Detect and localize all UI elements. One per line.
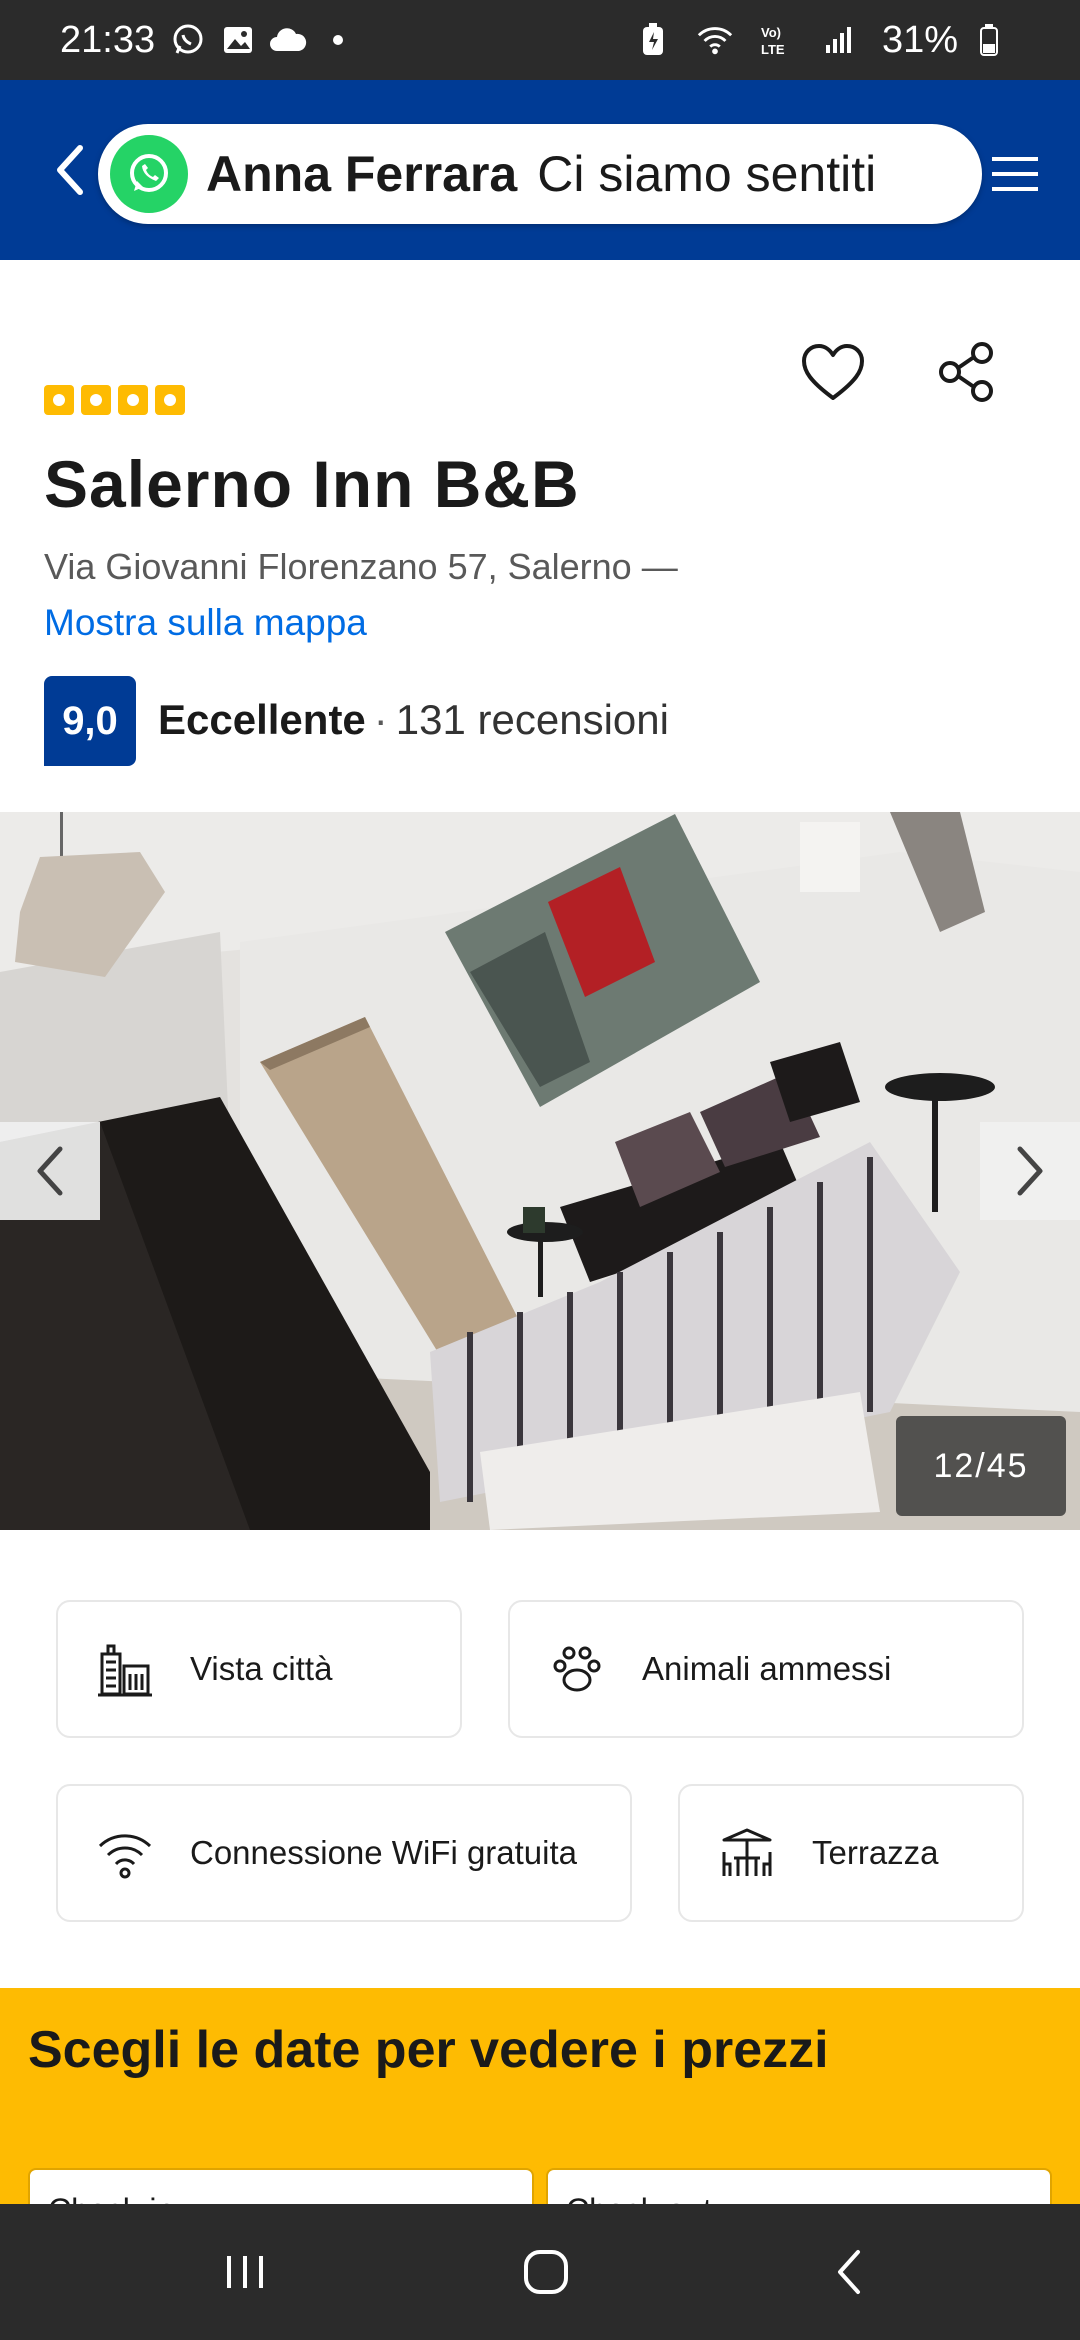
back-icon[interactable] bbox=[820, 2242, 880, 2302]
property-address: Via Giovanni Florenzano 57, Salerno — bbox=[44, 546, 678, 587]
status-bar: 21:33 Vo) LTE 31% bbox=[0, 0, 1080, 80]
whatsapp-notification[interactable]: Anna Ferrara Ci siamo sentiti bbox=[98, 124, 982, 224]
status-time: 21:33 bbox=[60, 18, 156, 61]
review-score-badge: 9,0 bbox=[44, 676, 136, 766]
wifi-icon bbox=[98, 1834, 152, 1879]
photo-counter: 12/45 bbox=[896, 1416, 1066, 1516]
chevron-right-icon bbox=[1017, 1146, 1043, 1196]
star-icon bbox=[44, 385, 74, 415]
svg-text:LTE: LTE bbox=[761, 42, 785, 57]
rating-separator: · bbox=[373, 696, 388, 743]
volte-icon: Vo) LTE bbox=[758, 21, 796, 59]
dates-section-title: Scegli le date per vedere i prezzi bbox=[28, 2021, 829, 2079]
gallery-icon bbox=[219, 21, 257, 59]
facility-label: Animali ammessi bbox=[642, 1650, 892, 1687]
check-out-label: Check-out bbox=[566, 2192, 712, 2204]
app-header: Anna Ferrara Ci siamo sentiti bbox=[0, 80, 1080, 260]
star-icon bbox=[81, 385, 111, 415]
facility-city-view: Vista città bbox=[56, 1600, 462, 1738]
check-in-field[interactable]: Check-in bbox=[28, 2168, 534, 2204]
facility-free-wifi: Connessione WiFi gratuita bbox=[56, 1784, 632, 1922]
date-picker-section: Scegli le date per vedere i prezzi Check… bbox=[0, 1988, 1080, 2204]
facility-label: Connessione WiFi gratuita bbox=[190, 1834, 578, 1871]
chevron-left-icon[interactable] bbox=[50, 140, 90, 200]
rating-label: Eccellente bbox=[158, 696, 366, 743]
hamburger-menu-icon[interactable] bbox=[990, 155, 1040, 193]
svg-text:Vo): Vo) bbox=[761, 25, 781, 40]
whatsapp-status-icon bbox=[169, 21, 207, 59]
gallery-next-button[interactable] bbox=[980, 1122, 1080, 1220]
star-icon bbox=[118, 385, 148, 415]
check-out-field[interactable]: Check-out bbox=[546, 2168, 1052, 2204]
notification-sender: Anna Ferrara bbox=[206, 146, 518, 202]
rating-summary[interactable]: Eccellente · 131 recensioni bbox=[158, 696, 669, 744]
signal-icon bbox=[820, 21, 858, 59]
terrace-icon bbox=[722, 1828, 772, 1876]
star-rating bbox=[44, 385, 185, 415]
recent-apps-icon[interactable] bbox=[215, 2242, 275, 2302]
system-nav-bar bbox=[0, 2204, 1080, 2340]
whatsapp-icon bbox=[110, 135, 188, 213]
check-in-label: Check-in bbox=[48, 2192, 174, 2204]
facility-label: Vista città bbox=[190, 1650, 333, 1687]
notification-message: Ci siamo sentiti bbox=[537, 146, 877, 202]
dot-icon bbox=[319, 21, 357, 59]
battery-percentage: 31% bbox=[881, 18, 958, 61]
paw-icon bbox=[553, 1646, 601, 1692]
chevron-left-icon bbox=[37, 1146, 63, 1196]
gallery-prev-button[interactable] bbox=[0, 1122, 100, 1220]
show-on-map-link[interactable]: Mostra sulla mappa bbox=[44, 602, 367, 644]
facility-terrace: Terrazza bbox=[678, 1784, 1024, 1922]
facility-pets-allowed: Animali ammessi bbox=[508, 1600, 1024, 1738]
property-title: Salerno Inn B&B bbox=[44, 447, 580, 521]
review-count: 131 recensioni bbox=[395, 696, 669, 743]
wifi-icon bbox=[696, 21, 734, 59]
heart-icon[interactable] bbox=[800, 343, 866, 403]
battery-icon bbox=[970, 21, 1008, 59]
facility-label: Terrazza bbox=[812, 1834, 939, 1871]
home-icon[interactable] bbox=[516, 2242, 576, 2302]
cloud-icon bbox=[269, 21, 307, 59]
battery-saver-icon bbox=[634, 21, 672, 59]
star-icon bbox=[155, 385, 185, 415]
share-icon[interactable] bbox=[936, 341, 998, 403]
city-view-icon bbox=[98, 1644, 152, 1697]
